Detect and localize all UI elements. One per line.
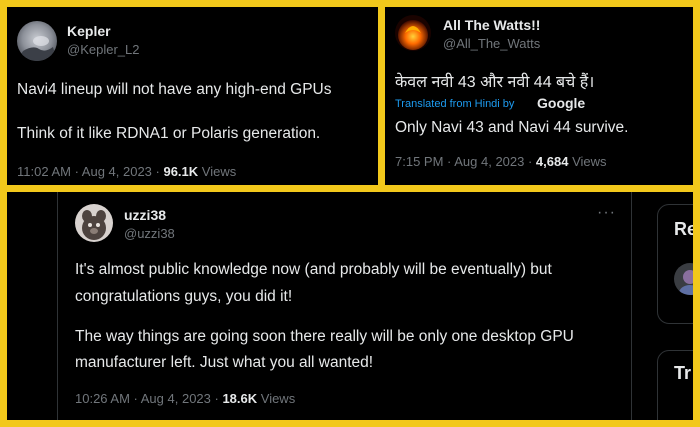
- column-divider: [57, 192, 58, 420]
- views-label: Views: [198, 164, 237, 179]
- user-handle[interactable]: @All_The_Watts: [443, 36, 540, 51]
- tweet-text-line: Think of it like RDNA1 or Polaris genera…: [17, 125, 321, 142]
- tweet-text-line: congratulations guys, you did it!: [75, 288, 293, 305]
- views-count: 96.1K: [163, 164, 199, 179]
- tweet-uzzi38-panel: uzzi38 @uzzi38 ··· It's almost public kn…: [7, 192, 693, 420]
- tweet-kepler[interactable]: Kepler @Kepler_L2 Navi4 lineup will not …: [7, 7, 378, 185]
- avatar[interactable]: [17, 21, 57, 61]
- yellow-frame: Kepler @Kepler_L2 Navi4 lineup will not …: [0, 0, 700, 427]
- tweet-timestamp[interactable]: 11:02 AM · Aug 4, 2023 · 96.1K Views: [17, 164, 236, 179]
- views-label: Views: [257, 391, 296, 406]
- avatar[interactable]: [395, 15, 431, 51]
- sidebar-card-title: Tr: [674, 363, 692, 383]
- avatar-image: [17, 21, 57, 61]
- timestamp-text: 7:15 PM · Aug 4, 2023 ·: [395, 154, 536, 169]
- display-name[interactable]: All The Watts!!: [443, 17, 540, 33]
- timestamp-text: 11:02 AM · Aug 4, 2023 ·: [17, 164, 164, 179]
- tweet-text-original: केवल नवी 43 और नवी 44 बचे हैं।: [395, 74, 595, 91]
- views-label: Views: [568, 154, 607, 169]
- column-divider: [631, 192, 632, 420]
- sidebar-avatar[interactable]: [674, 263, 693, 295]
- user-handle[interactable]: @uzzi38: [124, 226, 175, 241]
- timestamp-text: 10:26 AM · Aug 4, 2023 ·: [75, 391, 223, 406]
- avatar-image: [395, 15, 431, 51]
- tweet-text-line: Navi4 lineup will not have any high-end …: [17, 81, 332, 98]
- views-count: 4,684: [535, 154, 569, 169]
- sidebar-card[interactable]: Re: [657, 204, 693, 324]
- tweet-timestamp[interactable]: 10:26 AM · Aug 4, 2023 · 18.6K Views: [75, 391, 295, 406]
- tweet-all-the-watts[interactable]: All The Watts!! @All_The_Watts केवल नवी …: [385, 7, 693, 185]
- translated-from-link[interactable]: Translated from Hindi by: [395, 98, 514, 110]
- avatar-image: [75, 204, 113, 242]
- tweet-text-line: manufacturer left. Just what you all wan…: [75, 354, 374, 371]
- display-name[interactable]: Kepler: [67, 23, 111, 39]
- display-name[interactable]: uzzi38: [124, 207, 166, 223]
- views-count: 18.6K: [222, 391, 258, 406]
- sidebar-card[interactable]: Tr: [657, 350, 693, 420]
- more-options-icon[interactable]: ···: [597, 204, 616, 222]
- tweet-timestamp[interactable]: 7:15 PM · Aug 4, 2023 · 4,684 Views: [395, 154, 607, 169]
- google-logo: Google: [537, 95, 586, 111]
- tweet-text-translation: Only Navi 43 and Navi 44 survive.: [395, 119, 629, 136]
- user-handle[interactable]: @Kepler_L2: [67, 42, 139, 57]
- tweet-text-line: The way things are going soon there real…: [75, 328, 574, 345]
- tweet-text-line: It's almost public knowledge now (and pr…: [75, 261, 552, 278]
- sidebar-card-title: Re: [674, 219, 693, 239]
- avatar-image: [674, 263, 693, 295]
- avatar[interactable]: [75, 204, 113, 242]
